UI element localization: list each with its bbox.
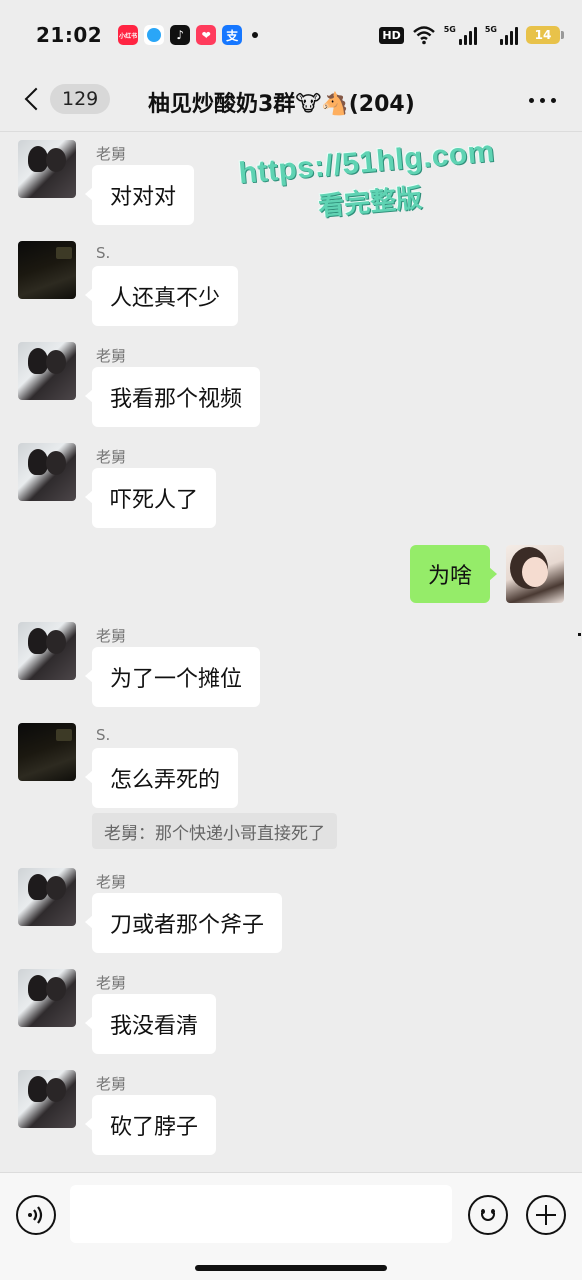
avatar[interactable]	[18, 868, 76, 926]
unread-count-badge: 129	[50, 84, 111, 114]
sender-name: 老舅	[96, 873, 127, 891]
avatar[interactable]	[18, 723, 76, 781]
signal-label: 5G	[443, 25, 456, 34]
avatar[interactable]	[18, 969, 76, 1027]
sender-name: 老舅	[96, 974, 127, 992]
wifi-icon	[412, 26, 435, 45]
message-bubble[interactable]: 砍了脖子	[84, 1095, 217, 1155]
avatar[interactable]	[18, 241, 76, 299]
sender-name: 老舅	[96, 347, 127, 365]
avatar[interactable]	[18, 443, 76, 501]
battery-level: 14	[534, 28, 552, 42]
edge-dot	[578, 633, 581, 636]
emoji-button[interactable]	[468, 1195, 508, 1235]
input-bar	[0, 1172, 582, 1280]
avatar[interactable]	[18, 342, 76, 400]
message-bubble-self[interactable]: 为啥	[409, 545, 498, 603]
signal-label: 5G	[484, 25, 497, 34]
more-functions-button[interactable]	[526, 1195, 566, 1235]
douyin-icon: ♪	[170, 25, 191, 45]
chat-title: 柚见炒酸奶3群🐮🐴(204)	[148, 92, 415, 117]
status-time: 21:02	[36, 23, 103, 47]
watermark-url: https://51hlg.com	[237, 134, 497, 191]
message-bubble[interactable]: 怎么弄死的	[84, 748, 239, 808]
watermark-subtitle: 看完整版	[317, 183, 424, 223]
chevron-left-icon	[24, 87, 48, 111]
sender-name: 老舅	[96, 1075, 127, 1093]
message-input[interactable]	[70, 1185, 452, 1243]
heart-app-icon: ❤	[196, 25, 217, 45]
xiaohongshu-icon: 小红书	[118, 25, 139, 45]
sender-name: S.	[96, 244, 111, 262]
avatar[interactable]	[18, 140, 76, 198]
voice-input-button[interactable]	[16, 1195, 56, 1235]
sender-name: 老舅	[96, 145, 127, 163]
avatar[interactable]	[18, 1070, 76, 1128]
chat-header: 129 柚见炒酸奶3群🐮🐴(204)	[0, 70, 582, 132]
home-indicator[interactable]	[195, 1265, 387, 1271]
message-bubble[interactable]: 对对对	[84, 165, 195, 225]
message-bubble[interactable]: 我看那个视频	[84, 367, 261, 427]
battery-icon: 14	[526, 26, 564, 44]
hd-badge: HD	[379, 26, 404, 44]
more-dots-icon	[529, 98, 534, 103]
back-button[interactable]: 129	[20, 84, 111, 114]
avatar[interactable]	[18, 622, 76, 680]
signal-icon: 5G	[485, 25, 518, 45]
sender-name: 老舅	[96, 627, 127, 645]
message-bubble[interactable]: 刀或者那个斧子	[84, 893, 283, 953]
message-bubble[interactable]: 为了一个摊位	[84, 647, 261, 707]
notification-dot-icon	[252, 32, 259, 38]
message-bubble[interactable]: 吓死人了	[84, 468, 217, 528]
status-bar: 21:02 小红书 ♪ ❤ 支 HD 5G 5G 14	[0, 0, 582, 70]
sender-name: 老舅	[96, 448, 127, 466]
alipay-icon: 支	[222, 25, 243, 45]
emoji-face-icon	[476, 1203, 500, 1227]
watermark-overlay: https://51hlg.com 看完整版	[237, 135, 499, 230]
message-bubble[interactable]: 我没看清	[84, 994, 217, 1054]
quoted-reply[interactable]: 老舅：那个快递小哥直接死了	[92, 813, 337, 849]
self-avatar[interactable]	[506, 545, 564, 603]
bubble-app-icon	[144, 25, 165, 45]
sender-name: S.	[96, 726, 111, 744]
signal-icon: 5G	[444, 25, 477, 45]
message-bubble[interactable]: 人还真不少	[84, 266, 239, 326]
more-options-button[interactable]	[529, 98, 556, 103]
voice-icon	[28, 1206, 43, 1224]
